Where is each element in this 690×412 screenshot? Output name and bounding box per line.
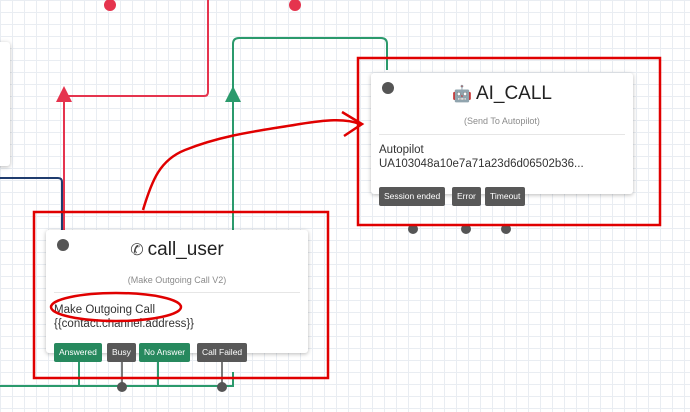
- annotation-arrow: [141, 119, 361, 211]
- annotation-overlay: [32, 56, 662, 380]
- highlight-ellipse: [49, 291, 183, 323]
- highlight-box: [356, 56, 662, 227]
